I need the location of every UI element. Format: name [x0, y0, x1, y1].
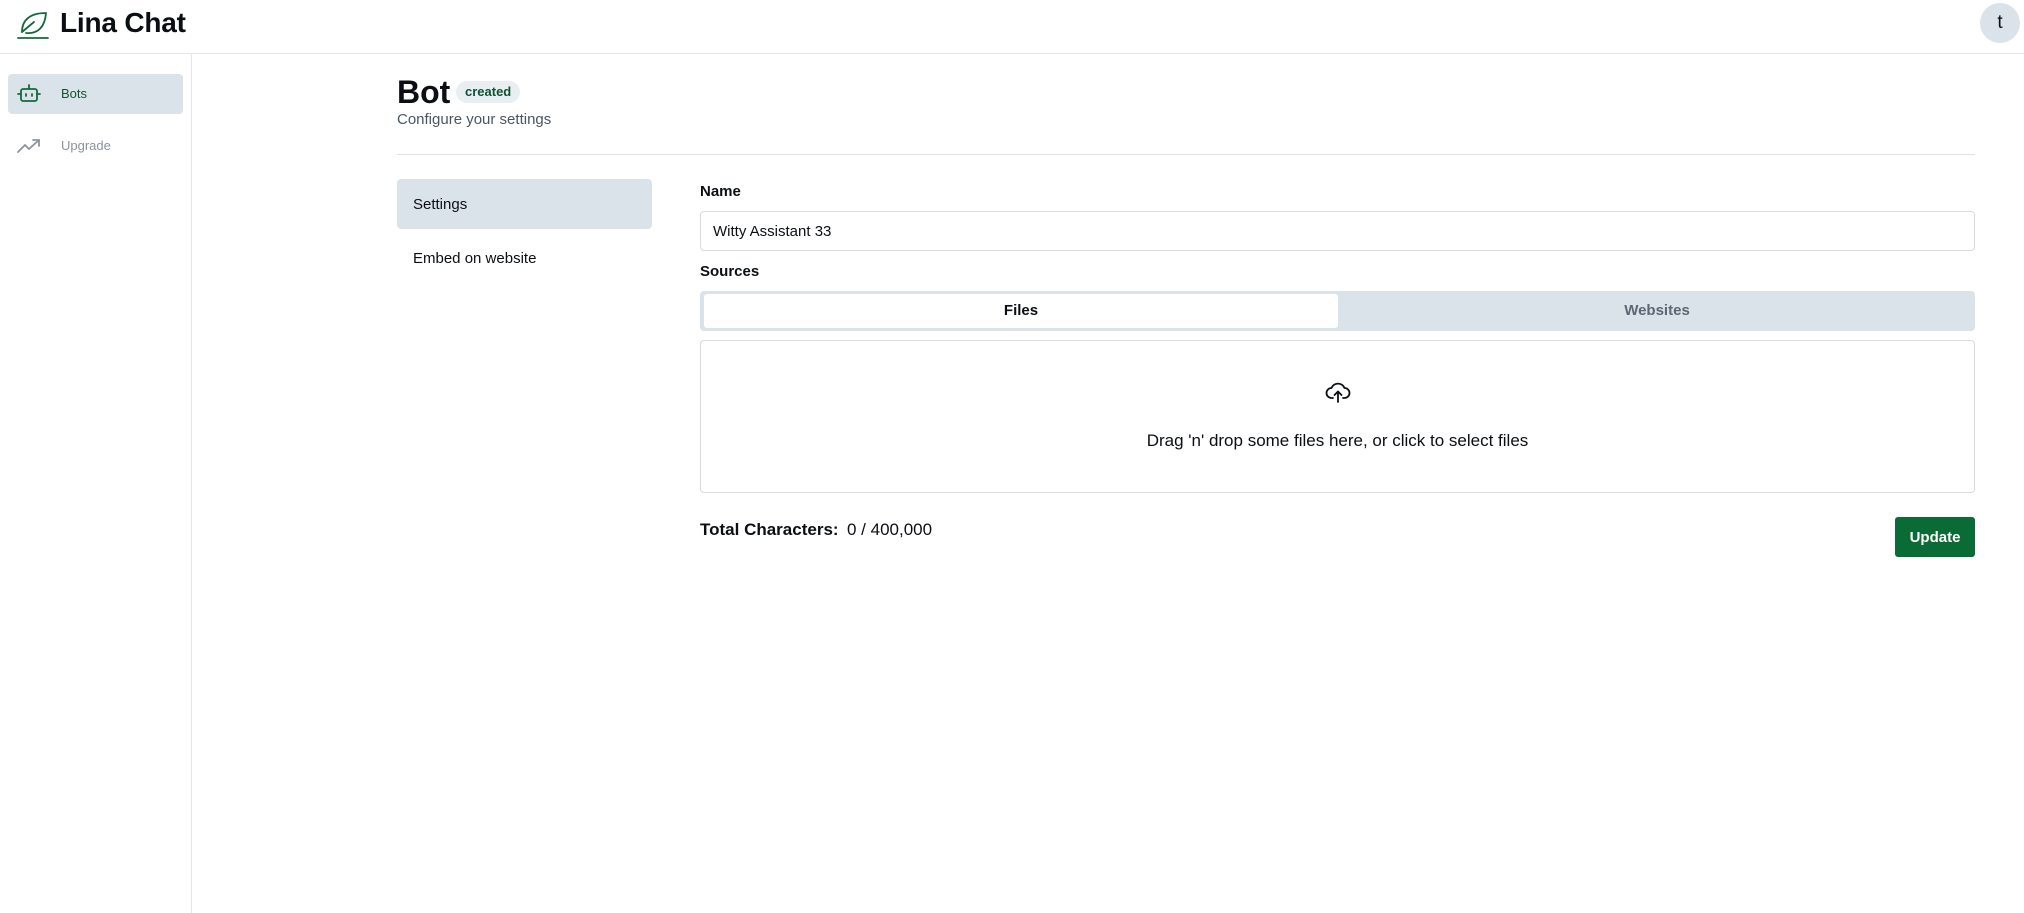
file-dropzone[interactable]: Drag 'n' drop some files here, or click …: [700, 340, 1975, 493]
user-avatar[interactable]: t: [1980, 3, 2020, 43]
sidebar-item-label: Upgrade: [61, 138, 111, 153]
sources-label: Sources: [700, 263, 760, 280]
settings-nav-label: Embed on website: [413, 250, 537, 267]
divider: [397, 154, 1975, 155]
page-subtitle: Configure your settings: [397, 111, 552, 128]
sidebar: Bots Upgrade: [0, 54, 192, 913]
tab-files[interactable]: Files: [704, 294, 1338, 328]
cloud-upload-icon: [1325, 382, 1351, 403]
dropzone-text: Drag 'n' drop some files here, or click …: [1146, 431, 1529, 450]
tab-websites[interactable]: Websites: [1340, 294, 1974, 328]
leaf-icon[interactable]: [16, 10, 50, 40]
settings-nav-label: Settings: [413, 196, 468, 213]
settings-nav-item-embed[interactable]: Embed on website: [397, 233, 652, 283]
app-title[interactable]: Lina Chat: [60, 8, 186, 38]
bot-name-input[interactable]: [700, 211, 1975, 251]
total-characters-label: Total Characters:: [700, 520, 839, 539]
update-button[interactable]: Update: [1895, 517, 1975, 557]
sidebar-item-upgrade[interactable]: Upgrade: [8, 126, 183, 166]
settings-nav-item-settings[interactable]: Settings: [397, 179, 652, 229]
top-header: Lina Chat t: [0, 0, 2024, 54]
name-label: Name: [700, 183, 741, 200]
robot-icon: [17, 84, 41, 102]
sidebar-item-bots[interactable]: Bots: [8, 74, 183, 114]
status-badge: created: [456, 81, 521, 103]
sources-tabs: Files Websites: [700, 291, 1975, 331]
trending-up-icon: [17, 139, 40, 153]
total-characters-value: 0 / 400,000: [847, 520, 933, 539]
sidebar-item-label: Bots: [61, 86, 88, 101]
page-title: Bot: [397, 74, 451, 110]
